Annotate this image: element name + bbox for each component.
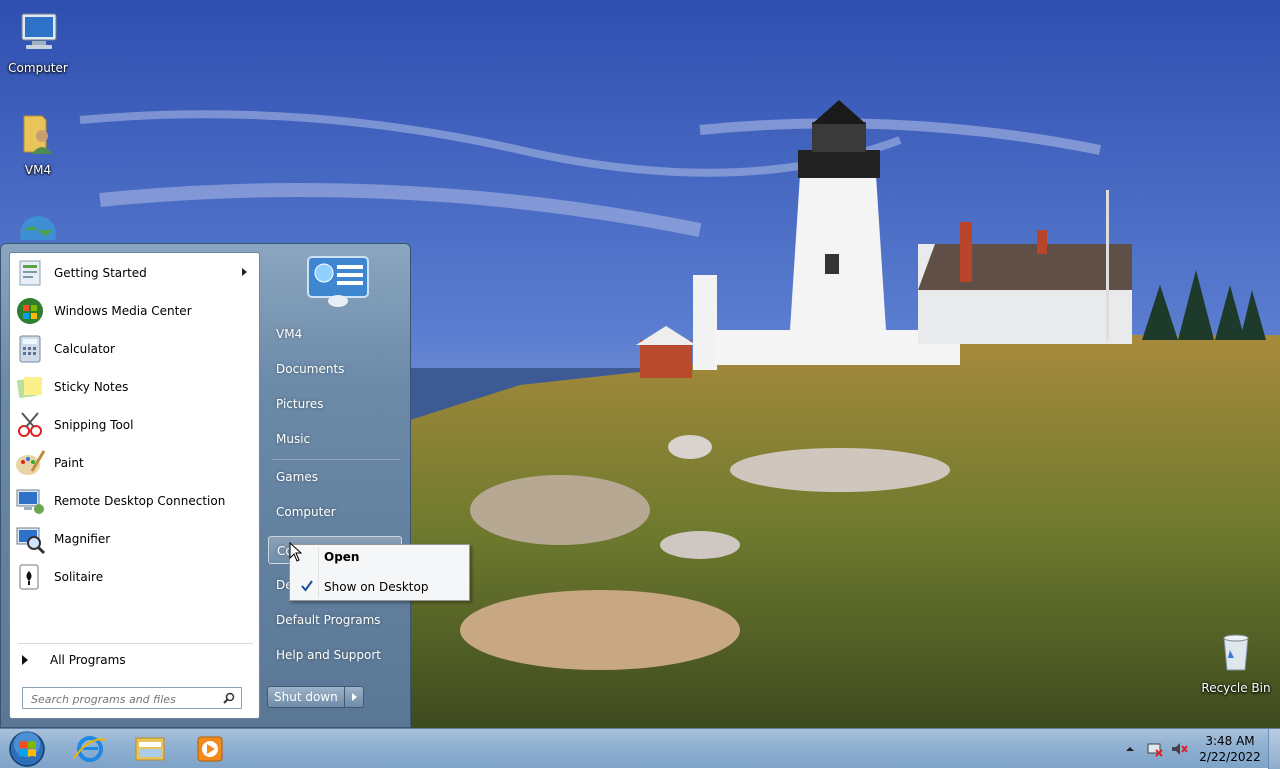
volume-muted-icon[interactable] — [1170, 740, 1188, 758]
program-sticky-notes[interactable]: Sticky Notes — [12, 369, 257, 405]
taskbar: 3:48 AM 2/22/2022 — [0, 728, 1280, 769]
start-menu-programs-pane: Getting Started Windows Media Center Cal… — [9, 252, 260, 719]
desktop-vm4-folder[interactable]: VM4 — [0, 110, 76, 177]
recycle-bin-icon — [1223, 634, 1249, 671]
snipping-tool-icon — [18, 412, 42, 437]
expand-arrow-icon — [22, 655, 28, 665]
solitaire-icon — [19, 564, 39, 590]
clock-time: 3:48 AM — [1205, 734, 1255, 748]
context-menu-open[interactable]: Open — [292, 545, 467, 569]
computer-icon — [21, 13, 57, 49]
mouse-cursor-icon — [289, 542, 303, 562]
desktop-icon-label: VM4 — [24, 163, 52, 177]
windows-explorer-icon[interactable] — [128, 732, 172, 766]
start-right-help-support[interactable]: Help and Support — [268, 641, 402, 669]
network-globe-icon — [20, 216, 56, 240]
desktop-computer-shortcut[interactable]: Computer — [0, 8, 76, 75]
search-icon[interactable] — [223, 692, 235, 704]
magnifier-icon — [16, 527, 46, 555]
program-getting-started[interactable]: Getting Started — [12, 255, 257, 291]
user-folder-icon — [23, 115, 52, 154]
start-right-documents[interactable]: Documents — [268, 355, 402, 383]
start-search-box[interactable] — [22, 687, 242, 709]
desktop-network-shortcut[interactable] — [0, 210, 76, 240]
user-picture-icon[interactable] — [307, 256, 369, 308]
all-programs-button[interactable]: All Programs — [18, 649, 253, 671]
start-right-default-programs[interactable]: Default Programs — [268, 606, 402, 634]
start-right-pictures[interactable]: Pictures — [268, 390, 402, 418]
desktop-recycle-bin[interactable]: Recycle Bin — [1198, 628, 1274, 695]
start-right-vm4[interactable]: VM4 — [268, 320, 402, 348]
desktop-icon-label: Recycle Bin — [1201, 681, 1271, 695]
start-search-input[interactable] — [29, 689, 223, 709]
network-status-icon[interactable] — [1146, 740, 1164, 758]
clock-date: 2/22/2022 — [1199, 750, 1261, 764]
right-pane-separator — [272, 459, 400, 460]
programs-separator — [18, 643, 253, 644]
program-windows-media-center[interactable]: Windows Media Center — [12, 293, 257, 329]
shutdown-options-button[interactable] — [344, 686, 364, 708]
start-button-orb-icon[interactable] — [8, 730, 46, 768]
media-center-icon — [17, 298, 43, 324]
calculator-icon — [19, 335, 41, 363]
program-snipping-tool[interactable]: Snipping Tool — [12, 407, 257, 443]
remote-desktop-icon — [16, 489, 44, 514]
system-clock[interactable]: 3:48 AM 2/22/2022 — [1190, 733, 1270, 765]
shutdown-control: Shut down — [267, 686, 364, 708]
internet-explorer-icon[interactable] — [68, 732, 112, 766]
media-player-icon[interactable] — [188, 732, 232, 766]
context-menu-show-on-desktop[interactable]: Show on Desktop — [292, 575, 467, 599]
paint-icon — [16, 450, 46, 475]
program-magnifier[interactable]: Magnifier — [12, 521, 257, 557]
show-hidden-icons-arrow-icon[interactable] — [1124, 743, 1136, 755]
program-paint[interactable]: Paint — [12, 445, 257, 481]
shutdown-button[interactable]: Shut down — [267, 686, 345, 708]
start-right-computer[interactable]: Computer — [268, 498, 402, 526]
sticky-notes-icon — [16, 377, 42, 399]
start-right-music[interactable]: Music — [268, 425, 402, 453]
program-solitaire[interactable]: Solitaire — [12, 559, 257, 595]
program-calculator[interactable]: Calculator — [12, 331, 257, 367]
checkmark-icon — [301, 580, 313, 592]
program-remote-desktop[interactable]: Remote Desktop Connection — [12, 483, 257, 519]
getting-started-icon — [19, 260, 41, 286]
show-desktop-button[interactable] — [1268, 729, 1280, 769]
start-right-games[interactable]: Games — [268, 463, 402, 491]
desktop-icon-label: Computer — [8, 61, 68, 75]
submenu-arrow-icon — [242, 268, 247, 276]
context-menu: Open Show on Desktop — [289, 544, 470, 601]
